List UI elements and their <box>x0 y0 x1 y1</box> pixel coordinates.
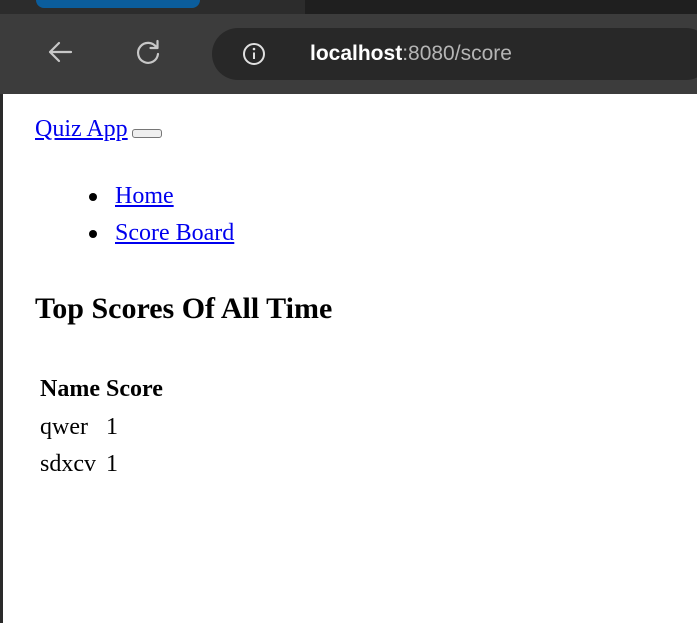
reload-icon <box>134 38 162 71</box>
column-header-score: Score <box>105 376 163 402</box>
navbar: Quiz App <box>35 114 162 144</box>
table-row: qwer 1 <box>37 409 166 446</box>
nav-item-score-board: Score Board <box>35 215 234 252</box>
navbar-toggler-icon[interactable] <box>131 129 162 138</box>
score-board-link[interactable]: Score Board <box>115 220 234 246</box>
table-row: sdxcv 1 <box>37 446 166 483</box>
table-header-row: Name Score <box>37 370 166 409</box>
url-text: localhost:8080/score <box>310 41 512 67</box>
info-icon[interactable] <box>242 42 266 66</box>
player-score-cell: 1 <box>105 451 118 477</box>
address-bar[interactable]: localhost:8080/score <box>212 28 697 80</box>
player-score-cell: 1 <box>105 414 118 440</box>
url-path: :8080/score <box>402 42 512 65</box>
bullet-icon <box>89 230 97 238</box>
browser-window: localhost:8080/score Quiz App Home Score… <box>0 0 697 623</box>
player-name-cell: sdxcv <box>40 451 96 477</box>
player-name-cell: qwer <box>40 414 88 440</box>
score-table: Name Score qwer 1 sdxcv 1 <box>37 370 166 483</box>
home-link[interactable]: Home <box>115 183 174 209</box>
column-header-name: Name <box>40 376 100 402</box>
tab-strip <box>0 0 697 14</box>
bullet-icon <box>89 193 97 201</box>
active-tab[interactable] <box>0 0 305 14</box>
back-button[interactable] <box>40 34 80 74</box>
back-arrow-icon <box>47 40 73 69</box>
url-host: localhost <box>310 42 403 65</box>
page-title: Top Scores Of All Time <box>35 292 333 325</box>
nav-list: Home Score Board <box>35 178 234 252</box>
nav-item-home: Home <box>35 178 234 215</box>
tab-accent <box>36 0 200 8</box>
reload-button[interactable] <box>128 34 168 74</box>
page-viewport: Quiz App Home Score Board Top Scores Of … <box>3 94 697 623</box>
browser-toolbar: localhost:8080/score <box>0 14 697 94</box>
navbar-brand-link[interactable]: Quiz App <box>35 116 128 142</box>
